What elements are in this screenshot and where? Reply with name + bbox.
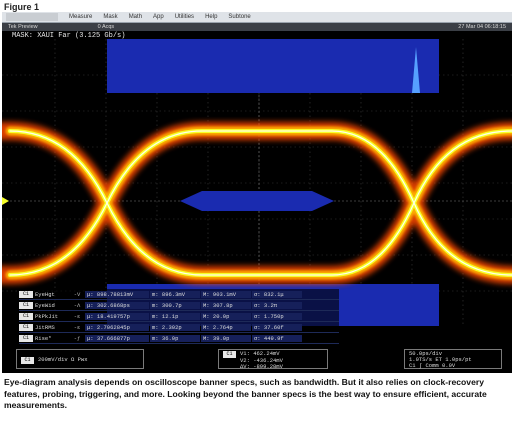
measurement-max: M: 39.0p xyxy=(201,334,251,342)
measurement-mean: μ: 2.7062845p xyxy=(85,323,149,331)
menu-blurred-area xyxy=(6,13,58,21)
measurement-name: EyeHgt xyxy=(35,290,55,298)
measurement-min: m: 300.7p xyxy=(150,301,200,309)
measurement-name: PkPkJit xyxy=(35,312,59,320)
menu-item-utilities[interactable]: Utilities xyxy=(175,14,194,20)
measurement-min: m: 12.1p xyxy=(150,312,200,320)
mask-label: MASK: XAUI Far (3.125 Gb/s) xyxy=(12,32,126,40)
measurement-row[interactable]: C1 EyeHgt -V μ: 898.78813mV m: 896.3mV M… xyxy=(19,289,339,300)
menu-item-app[interactable]: App xyxy=(153,14,164,20)
scope-screen: Tek Preview 0 Acqs 27 Mar 04 06:18:15 MA… xyxy=(2,23,512,373)
measurement-stdev: σ: 832.1μ xyxy=(252,290,302,298)
measurement-type-icon: -Λ xyxy=(73,301,81,309)
measurement-mean: μ: 898.78813mV xyxy=(85,290,149,298)
menu-item-math[interactable]: Math xyxy=(129,14,142,20)
channel-badge: C1 xyxy=(223,351,236,358)
mask-top xyxy=(107,39,439,93)
measurement-row[interactable]: C1 JitRMS -ε μ: 2.7062845p m: 2.302p M: … xyxy=(19,322,339,333)
trigger-settings: C1 ∫ Comm 0.0V xyxy=(409,362,456,370)
measurement-row[interactable]: C1 Rise* -ƒ μ: 37.666877p m: 36.0p M: 39… xyxy=(19,333,339,344)
measurement-table[interactable]: C1 EyeHgt -V μ: 898.78813mV m: 896.3mV M… xyxy=(19,289,339,344)
cursor-delta-v: ΔV: -899.28mV xyxy=(240,363,283,371)
menu-bar: Measure Mask Math App Utilities Help Sub… xyxy=(2,12,512,23)
measurement-stdev: σ: 449.9f xyxy=(252,334,302,342)
measurement-min: m: 2.302p xyxy=(150,323,200,331)
measurement-mean: μ: 18.419757p xyxy=(85,312,149,320)
channel-badge: C1 xyxy=(19,312,33,320)
measurement-stdev: σ: 1.750p xyxy=(252,312,302,320)
measurement-row[interactable]: C1 PkPkJit -ε μ: 18.419757p m: 12.1p M: … xyxy=(19,311,339,322)
timestamp: 27 Mar 04 06:18:15 xyxy=(458,24,506,30)
measurement-max: M: 20.0p xyxy=(201,312,251,320)
trigger-level-marker xyxy=(2,197,9,205)
channel-scale-readout[interactable]: C1 200mV/div Ω Pwx xyxy=(16,349,144,369)
measurement-max: M: 2.764p xyxy=(201,323,251,331)
menu-item-mask[interactable]: Mask xyxy=(103,14,117,20)
menu-item-help[interactable]: Help xyxy=(205,14,217,20)
timebase-readout[interactable]: 50.0ps/div 1.0TS/s ET 1.0ps/pt C1 ∫ Comm… xyxy=(404,349,502,369)
measurement-name: JitRMS xyxy=(35,323,55,331)
measurement-name: EyeWid xyxy=(35,301,55,309)
channel-scale-value: 200mV/div Ω Pwx xyxy=(38,356,88,363)
mask-center xyxy=(180,191,334,211)
measurement-min: m: 896.3mV xyxy=(150,290,200,298)
measurement-row[interactable]: C1 EyeWid -Λ μ: 302.6868ps m: 300.7p M: … xyxy=(19,300,339,311)
measurement-max: M: 903.1mV xyxy=(201,290,251,298)
channel-badge: C1 xyxy=(19,323,33,331)
cursor-readout[interactable]: C1 V1: 462.24mV V2: -436.24mV ΔV: -899.28… xyxy=(218,349,328,371)
channel-badge: C1 xyxy=(21,357,34,364)
measurement-type-icon: -V xyxy=(73,290,81,298)
acq-count: 0 Acqs xyxy=(97,24,115,30)
channel-badge: C1 xyxy=(19,301,33,309)
measurement-type-icon: -ε xyxy=(73,323,81,331)
measurement-min: m: 36.0p xyxy=(150,334,200,342)
measurement-name: Rise* xyxy=(35,334,52,342)
menu-item-measure[interactable]: Measure xyxy=(69,14,92,20)
measurement-stdev: σ: 37.60f xyxy=(252,323,302,331)
measurement-mean: μ: 302.6868ps xyxy=(85,301,149,309)
measurement-type-icon: -ƒ xyxy=(73,334,81,342)
channel-badge: C1 xyxy=(19,290,33,298)
status-bar: Tek Preview 0 Acqs 27 Mar 04 06:18:15 xyxy=(2,23,512,31)
measurement-mean: μ: 37.666877p xyxy=(85,334,149,342)
channel-badge: C1 xyxy=(19,334,33,342)
run-status: Tek Preview xyxy=(8,24,38,30)
measurement-stdev: σ: 3.2π xyxy=(252,301,302,309)
cursor-v1: V1: 462.24mV xyxy=(240,350,280,357)
figure-label: Figure 1 xyxy=(4,2,40,12)
figure-caption: Eye-diagram analysis depends on oscillos… xyxy=(4,377,487,410)
menu-item-subtone[interactable]: Subtone xyxy=(228,14,250,20)
measurement-max: M: 307.8p xyxy=(201,301,251,309)
measurement-type-icon: -ε xyxy=(73,312,81,320)
